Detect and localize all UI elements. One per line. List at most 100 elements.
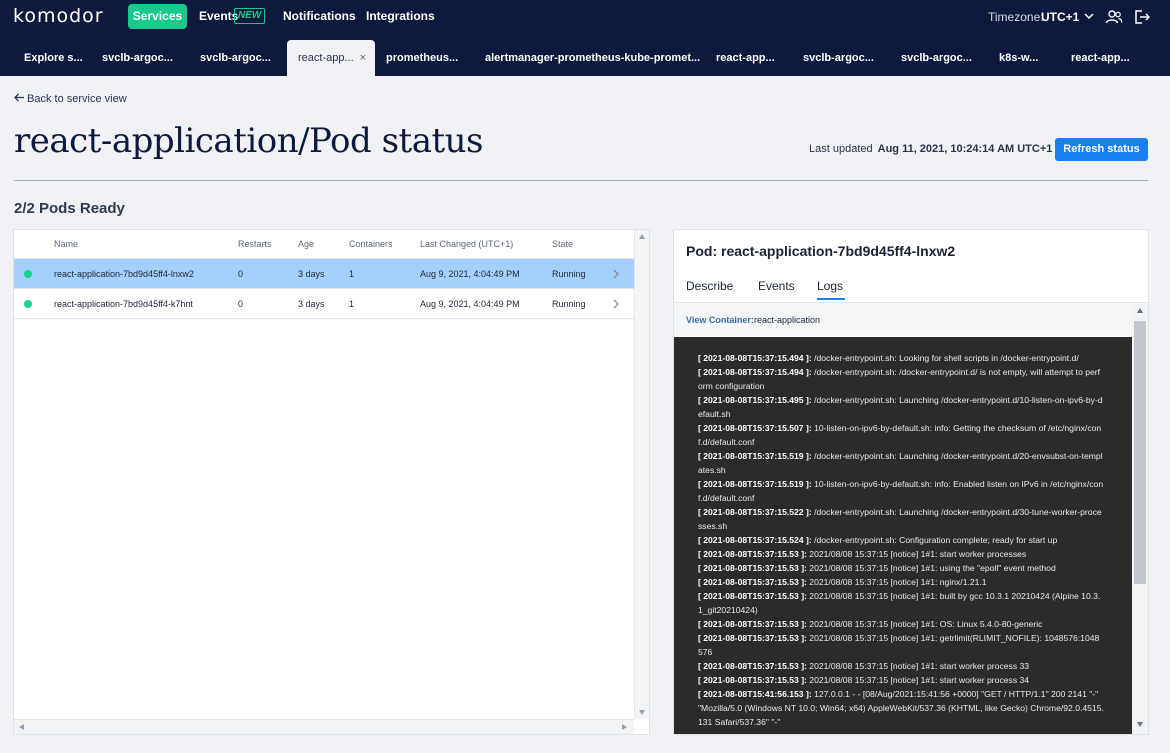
nav-services[interactable]: Services — [128, 4, 187, 29]
log-timestamp: [ 2021-08-08T15:37:15.495 ]: — [698, 395, 812, 405]
tab-svclb-4[interactable]: svclb-argoc... — [901, 40, 972, 76]
tab-explore[interactable]: Explore s... — [24, 40, 83, 76]
pod-detail-panel: Pod: react-application-7bd9d45ff4-lnxw2 … — [673, 229, 1149, 735]
log-line: [ 2021-08-08T15:37:15.494 ]: /docker-ent… — [698, 351, 1104, 365]
tab-logs[interactable]: Logs — [817, 279, 843, 293]
pod-name: react-application-7bd9d45ff4-lnxw2 — [54, 269, 194, 279]
logs-scrollbar[interactable] — [1132, 303, 1148, 734]
last-updated-label: Last updated — [809, 143, 873, 155]
log-line: [ 2021-08-08T15:37:15.524 ]: /docker-ent… — [698, 533, 1104, 547]
last-updated-value: Aug 11, 2021, 10:24:14 AM UTC+1 — [877, 143, 1053, 155]
log-line: [ 2021-08-08T15:37:15.53 ]: 2021/08/08 1… — [698, 617, 1104, 631]
scroll-right-arrow-icon[interactable] — [622, 724, 627, 730]
log-line: [ 2021-08-08T15:37:15.53 ]: 2021/08/08 1… — [698, 547, 1104, 561]
log-message: 2021/08/08 15:37:15 [notice] 1#1: start … — [806, 661, 1030, 671]
back-link-label: Back to service view — [27, 93, 127, 105]
table-row[interactable]: react-application-7bd9d45ff4-k7hnt 0 3 d… — [14, 289, 634, 319]
scroll-thumb[interactable] — [1134, 321, 1146, 584]
users-icon[interactable] — [1105, 8, 1123, 26]
logout-icon[interactable] — [1134, 8, 1150, 26]
close-icon[interactable]: × — [360, 40, 366, 76]
log-line: [ 2021-08-08T15:37:15.522 ]: /docker-ent… — [698, 505, 1104, 533]
log-message: 2021/08/08 15:37:15 [notice] 1#1: OS: Li… — [806, 619, 1043, 629]
log-message: /docker-entrypoint.sh: Looking for shell… — [811, 353, 1079, 363]
pod-last-changed: Aug 9, 2021, 4:04:49 PM — [420, 299, 520, 309]
pods-ready-count: 2/2 Pods Ready — [14, 200, 125, 217]
nav-integrations[interactable]: Integrations — [366, 9, 435, 23]
log-timestamp: [ 2021-08-08T15:37:15.53 ]: — [698, 661, 807, 671]
col-containers[interactable]: Containers — [349, 239, 393, 249]
timezone-value[interactable]: UTC+1 — [1041, 10, 1079, 24]
col-age[interactable]: Age — [298, 239, 314, 249]
pod-restarts: 0 — [238, 269, 244, 279]
status-dot — [24, 270, 32, 278]
log-line: [ 2021-08-08T15:37:15.507 ]: 10-listen-o… — [698, 421, 1104, 449]
nav-events[interactable]: Events — [199, 9, 238, 23]
scroll-down-arrow-icon[interactable] — [639, 710, 645, 715]
tab-react-app-3[interactable]: react-app... — [1071, 40, 1130, 76]
pod-last-changed: Aug 9, 2021, 4:04:49 PM — [420, 269, 520, 279]
logs-output[interactable]: [ 2021-08-08T15:37:15.494 ]: /docker-ent… — [674, 337, 1132, 734]
tab-react-app-label: react-app... — [298, 52, 354, 64]
col-last-changed[interactable]: Last Changed (UTC+1) — [420, 239, 513, 249]
tab-react-app-2[interactable]: react-app... — [716, 40, 775, 76]
log-timestamp: [ 2021-08-08T15:37:15.494 ]: — [698, 367, 812, 377]
log-timestamp: [ 2021-08-08T15:41:56.153 ]: — [698, 689, 812, 699]
scroll-up-arrow-icon[interactable] — [639, 234, 645, 239]
table-horizontal-scrollbar[interactable] — [14, 719, 634, 734]
tab-svclb-3[interactable]: svclb-argoc... — [803, 40, 874, 76]
chevron-right-icon — [613, 299, 619, 309]
col-name[interactable]: Name — [54, 239, 78, 249]
log-line: [ 2021-08-08T15:37:15.495 ]: /docker-ent… — [698, 393, 1104, 421]
log-line: [ 2021-08-08T15:37:15.53 ]: 2021/08/08 1… — [698, 673, 1104, 687]
events-new-badge: NEW — [234, 8, 266, 24]
log-timestamp: [ 2021-08-08T15:37:15.494 ]: — [698, 353, 812, 363]
scroll-down-arrow-icon[interactable] — [1137, 722, 1143, 727]
tab-alertmanager[interactable]: alertmanager-prometheus-kube-promet... — [485, 40, 700, 76]
komodor-logo[interactable]: komodor — [13, 5, 104, 27]
pod-state: Running — [552, 299, 586, 309]
tab-react-app-active[interactable]: react-app... × — [287, 40, 375, 76]
scroll-left-arrow-icon[interactable] — [19, 724, 24, 730]
back-to-service-link[interactable]: Back to service view — [14, 93, 127, 105]
chevron-down-icon[interactable] — [1082, 9, 1096, 23]
col-restarts[interactable]: Restarts — [238, 239, 272, 249]
tab-svclb-2[interactable]: svclb-argoc... — [200, 40, 271, 76]
log-timestamp: [ 2021-08-08T15:37:15.507 ]: — [698, 423, 812, 433]
table-row[interactable]: react-application-7bd9d45ff4-lnxw2 0 3 d… — [14, 259, 634, 289]
view-container-bar: View Container: react-application — [674, 303, 1148, 336]
pod-restarts: 0 — [238, 299, 244, 309]
table-vertical-scrollbar[interactable] — [634, 230, 649, 719]
view-container-select[interactable]: react-application — [754, 315, 820, 325]
log-line: [ 2021-08-08T15:37:15.519 ]: /docker-ent… — [698, 449, 1104, 477]
last-updated: Last updated Aug 11, 2021, 10:24:14 AM UT… — [809, 143, 1052, 155]
log-timestamp: [ 2021-08-08T15:37:15.53 ]: — [698, 619, 807, 629]
active-tab-indicator — [817, 298, 845, 300]
log-message: 2021/08/08 15:37:15 [notice] 1#1: start … — [806, 675, 1030, 685]
tab-prometheus[interactable]: prometheus... — [386, 40, 458, 76]
log-message: 2021/08/08 15:37:15 [notice] 1#1: start … — [806, 549, 1027, 559]
log-timestamp: [ 2021-08-08T15:37:15.53 ]: — [698, 549, 807, 559]
tab-k8s-w[interactable]: k8s-w... — [999, 40, 1038, 76]
tab-describe[interactable]: Describe — [686, 279, 733, 293]
log-line: [ 2021-08-08T15:37:15.53 ]: 2021/08/08 1… — [698, 631, 1104, 659]
log-timestamp: [ 2021-08-08T15:37:15.519 ]: — [698, 451, 812, 461]
log-timestamp: [ 2021-08-08T15:37:15.522 ]: — [698, 507, 812, 517]
log-line: [ 2021-08-08T15:37:15.53 ]: 2021/08/08 1… — [698, 561, 1104, 575]
nav-notifications[interactable]: Notifications — [283, 9, 356, 23]
log-timestamp: [ 2021-08-08T15:37:15.519 ]: — [698, 479, 812, 489]
log-message: 2021/08/08 15:37:15 [notice] 1#1: using … — [806, 563, 1056, 573]
service-tabs-bar: Explore s... svclb-argoc... svclb-argoc.… — [0, 34, 1170, 76]
log-timestamp: [ 2021-08-08T15:37:15.53 ]: — [698, 675, 807, 685]
timezone-label: Timezone: — [988, 10, 1044, 24]
col-state[interactable]: State — [552, 239, 573, 249]
log-line: [ 2021-08-08T15:37:15.519 ]: 10-listen-o… — [698, 477, 1104, 505]
arrow-left-icon — [14, 93, 24, 102]
pod-name: react-application-7bd9d45ff4-k7hnt — [54, 299, 193, 309]
refresh-status-button[interactable]: Refresh status — [1055, 138, 1148, 161]
tab-events[interactable]: Events — [758, 279, 795, 293]
tab-svclb-1[interactable]: svclb-argoc... — [102, 40, 173, 76]
log-line: [ 2021-08-08T15:41:56.153 ]: 127.0.0.1 -… — [698, 687, 1104, 729]
pod-age: 3 days — [298, 299, 325, 309]
scroll-up-arrow-icon[interactable] — [1137, 308, 1143, 313]
